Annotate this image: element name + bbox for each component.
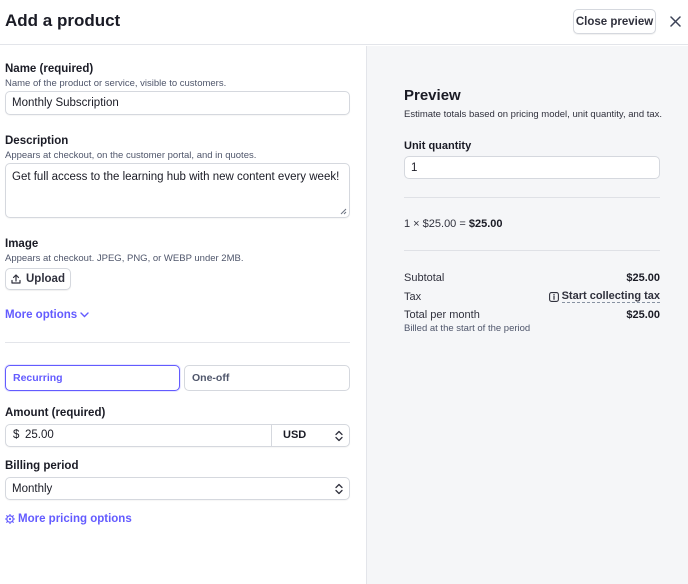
preview-divider-1 [404, 197, 660, 198]
amount-separator [271, 425, 272, 446]
modal-header: Add a product Close preview [0, 0, 688, 45]
calculation-prefix: 1 × $25.00 = [404, 218, 469, 230]
name-label: Name (required) [5, 63, 94, 75]
unit-quantity-label: Unit quantity [404, 140, 472, 152]
resize-grip-icon[interactable] [340, 208, 347, 215]
tax-row: Tax Start collecting tax [404, 291, 660, 303]
billing-period-select[interactable]: Monthly [5, 477, 350, 500]
billing-chevron-icon [335, 483, 343, 495]
description-label: Description [5, 135, 69, 147]
unit-quantity-input[interactable]: 1 [404, 156, 660, 179]
recurring-option[interactable]: Recurring [5, 365, 180, 391]
product-form: Name (required) Name of the product or s… [0, 46, 366, 584]
name-input-value: Monthly Subscription [12, 97, 119, 109]
calculation-result: $25.00 [468, 218, 503, 230]
billing-period-value: Monthly [12, 482, 53, 495]
upload-icon [11, 274, 21, 284]
upload-label: Upload [26, 273, 65, 285]
page-title: Add a product [5, 11, 121, 30]
gear-icon [5, 514, 15, 524]
amount-value: 25.00 [25, 429, 54, 441]
name-hint: Name of the product or service, visible … [5, 78, 227, 89]
name-input[interactable]: Monthly Subscription [5, 91, 350, 115]
info-icon [548, 292, 559, 302]
amount-label: Amount (required) [5, 407, 106, 419]
total-label: Total per month [404, 309, 480, 321]
subtotal-value: $25.00 [626, 272, 660, 284]
billed-note: Billed at the start of the period [404, 323, 531, 334]
preview-title: Preview [404, 87, 461, 104]
section-divider [5, 342, 350, 343]
one-off-option[interactable]: One-off [184, 365, 350, 391]
description-textarea[interactable]: Get full access to the learning hub with… [5, 163, 350, 218]
billing-period-label: Billing period [5, 460, 79, 472]
tax-link-label: Start collecting tax [561, 290, 660, 303]
preview-divider-2 [404, 250, 660, 251]
image-label: Image [5, 238, 39, 250]
close-preview-button[interactable]: Close preview [573, 9, 656, 34]
currency-select[interactable]: USD [283, 429, 306, 441]
unit-quantity-value: 1 [411, 161, 418, 174]
total-value: $25.00 [626, 309, 660, 321]
subtotal-label: Subtotal [404, 272, 445, 284]
image-hint: Appears at checkout. JPEG, PNG, or WEBP … [5, 253, 244, 264]
price-calculation: 1 × $25.00 = $25.00 [404, 218, 503, 230]
tax-label: Tax [404, 291, 422, 303]
start-collecting-tax-link[interactable]: Start collecting tax [548, 290, 660, 303]
subtotal-row: Subtotal $25.00 [404, 272, 660, 284]
close-icon[interactable] [667, 12, 683, 30]
preview-subtitle: Estimate totals based on pricing model, … [404, 109, 663, 120]
preview-panel: Preview Estimate totals based on pricing… [366, 46, 688, 584]
description-value: Get full access to the learning hub with… [12, 171, 340, 183]
total-row: Total per month $25.00 [404, 309, 660, 321]
more-pricing-options-label: More pricing options [18, 513, 132, 525]
upload-button[interactable]: Upload [5, 268, 71, 290]
amount-field[interactable]: $ 25.00 USD [5, 424, 350, 447]
more-pricing-options-link[interactable]: More pricing options [5, 513, 132, 525]
currency-chevron-icon [335, 430, 343, 442]
description-hint: Appears at checkout, on the customer por… [5, 150, 257, 161]
more-options-link[interactable]: More options [5, 309, 89, 321]
more-options-label: More options [5, 309, 78, 321]
currency-symbol: $ [13, 429, 20, 441]
chevron-down-icon [80, 312, 89, 318]
